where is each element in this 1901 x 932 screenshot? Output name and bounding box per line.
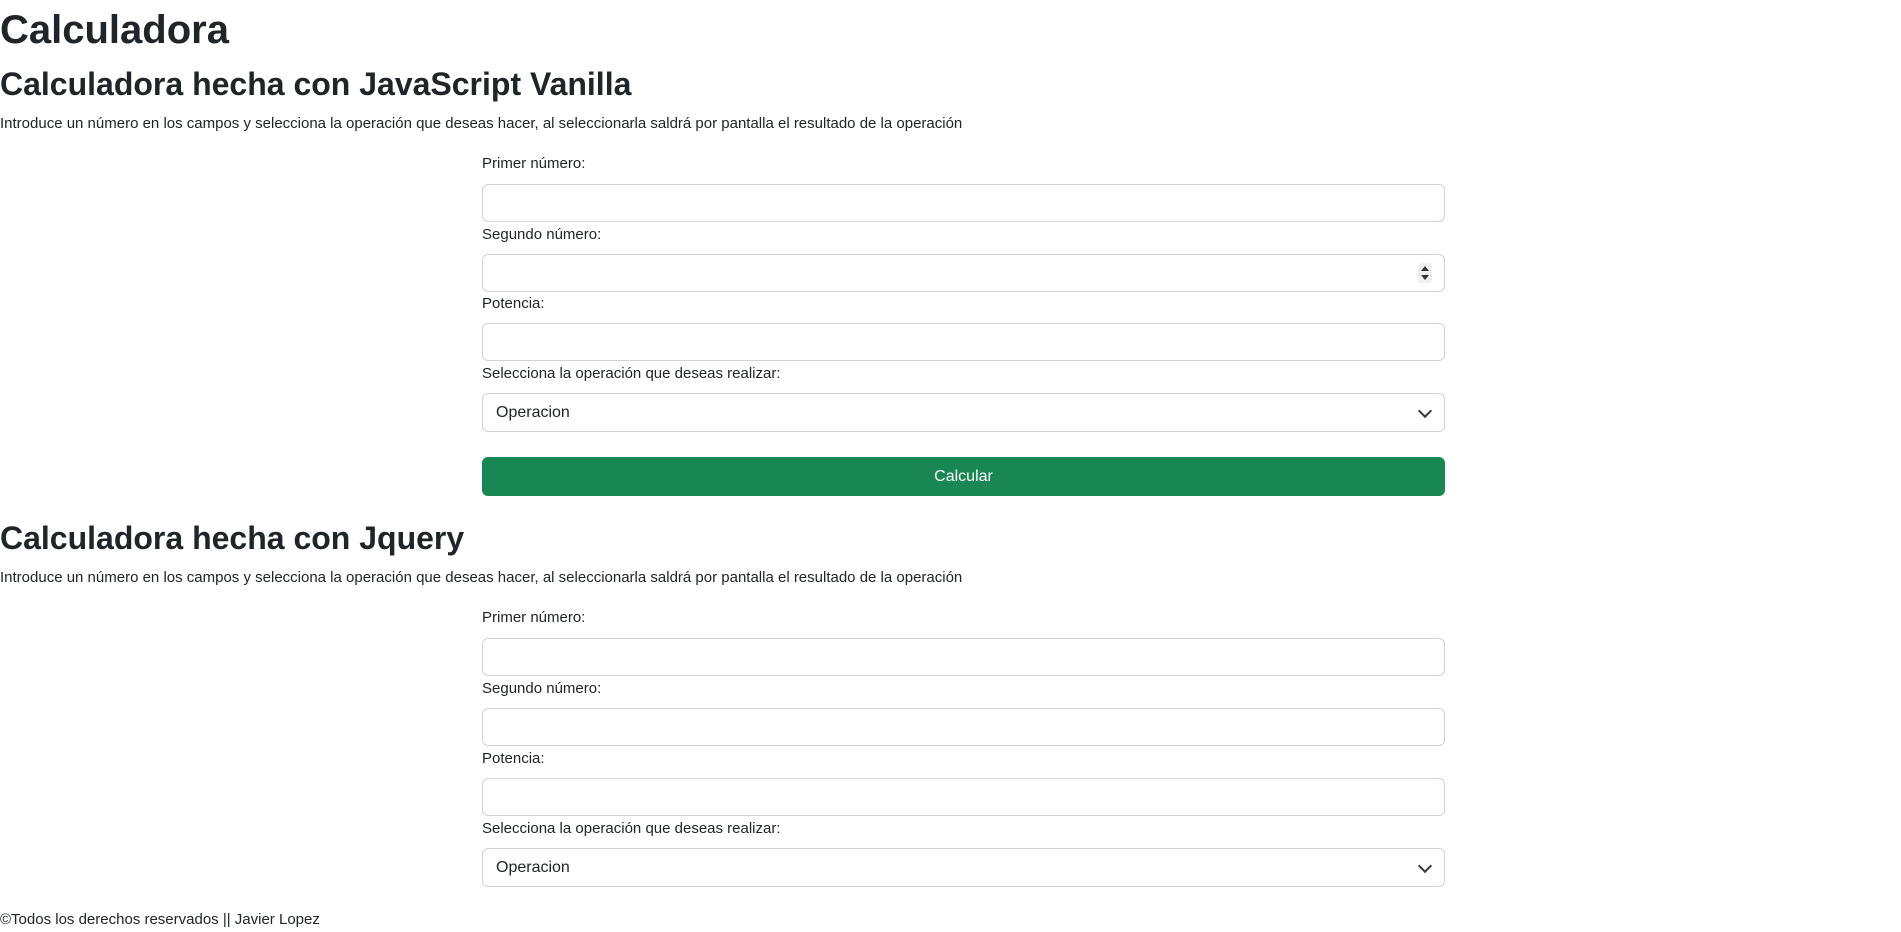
operation-select[interactable]: Operacion <box>482 393 1445 432</box>
operation-selected-value: Operacion <box>496 404 570 421</box>
power-input[interactable] <box>482 778 1445 816</box>
operation-label: Selecciona la operación que deseas reali… <box>482 364 1445 384</box>
vanilla-section-description: Introduce un número en los campos y sele… <box>0 114 962 134</box>
chevron-down-icon <box>1418 859 1432 873</box>
power-input[interactable] <box>482 323 1445 361</box>
power-label: Potencia: <box>482 749 1445 769</box>
second-number-input[interactable] <box>482 708 1445 746</box>
power-label: Potencia: <box>482 294 1445 314</box>
first-number-input[interactable] <box>482 638 1445 676</box>
second-number-input[interactable] <box>482 254 1445 292</box>
operation-label: Selecciona la operación que deseas reali… <box>482 819 1445 839</box>
page-title: Calculadora <box>0 6 229 54</box>
operation-selected-value: Operacion <box>496 859 570 876</box>
jquery-section-title: Calculadora hecha con Jquery <box>0 518 464 558</box>
calculate-button[interactable]: Calcular <box>482 457 1445 496</box>
first-number-label: Primer número: <box>482 608 1445 628</box>
second-number-label: Segundo número: <box>482 225 1445 245</box>
footer: ©Todos los derechos reservados || Javier… <box>0 910 320 930</box>
chevron-down-icon <box>1418 404 1432 418</box>
vanilla-section-title: Calculadora hecha con JavaScript Vanilla <box>0 64 631 104</box>
second-number-label: Segundo número: <box>482 679 1445 699</box>
jquery-calculator-form: Primer número: Segundo número: Potencia:… <box>482 607 1445 887</box>
jquery-section-description: Introduce un número en los campos y sele… <box>0 568 962 588</box>
spinner-arrows-icon[interactable] <box>1418 263 1432 283</box>
vanilla-calculator-form: Primer número: Segundo número: Potencia:… <box>482 153 1445 496</box>
first-number-input[interactable] <box>482 184 1445 222</box>
operation-select[interactable]: Operacion <box>482 848 1445 887</box>
first-number-label: Primer número: <box>482 154 1445 174</box>
page: Calculadora Calculadora hecha con JavaSc… <box>0 0 1901 932</box>
